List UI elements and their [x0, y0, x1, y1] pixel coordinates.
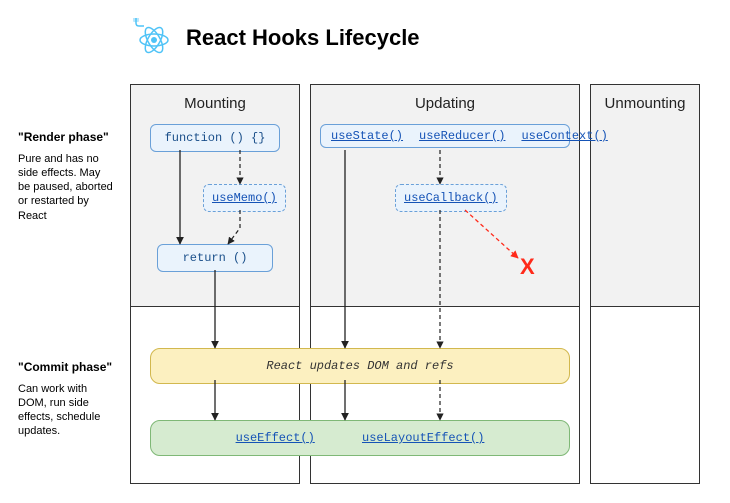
usecallback-node[interactable]: useCallback() — [395, 184, 507, 212]
effects-node: useEffect() useLayoutEffect() — [150, 420, 570, 456]
useeffect-link[interactable]: useEffect() — [236, 431, 315, 445]
render-phase-desc: Pure and has no side effects. May be pau… — [18, 152, 113, 223]
render-phase-label: "Render phase" Pure and has no side effe… — [18, 130, 113, 223]
commit-phase-label: "Commit phase" Can work with DOM, run si… — [18, 360, 113, 439]
uselayouteffect-link[interactable]: useLayoutEffect() — [362, 431, 484, 445]
usereducer-link[interactable]: useReducer() — [419, 129, 505, 143]
dom-update-node: React updates DOM and refs — [150, 348, 570, 384]
render-phase-header: "Render phase" — [18, 130, 113, 146]
x-mark: X — [520, 254, 535, 280]
usecontext-link[interactable]: useContext() — [521, 129, 607, 143]
diagram-header: React Hooks Lifecycle — [130, 18, 420, 58]
unmounting-column: Unmounting — [590, 84, 700, 484]
diagram-title: React Hooks Lifecycle — [186, 25, 420, 51]
commit-phase-header: "Commit phase" — [18, 360, 113, 376]
updating-hooks-node: useState()useReducer()useContext() — [320, 124, 570, 148]
unmounting-render-band — [591, 85, 699, 307]
usememo-node[interactable]: useMemo() — [203, 184, 286, 212]
unmounting-title: Unmounting — [591, 95, 699, 112]
return-node: return () — [157, 244, 273, 272]
updating-title: Updating — [311, 95, 579, 112]
function-decl-node: function () {} — [150, 124, 280, 152]
usestate-link[interactable]: useState() — [331, 129, 403, 143]
mounting-title: Mounting — [131, 95, 299, 112]
commit-phase-desc: Can work with DOM, run side effects, sch… — [18, 382, 113, 439]
react-logo-icon — [130, 18, 174, 58]
